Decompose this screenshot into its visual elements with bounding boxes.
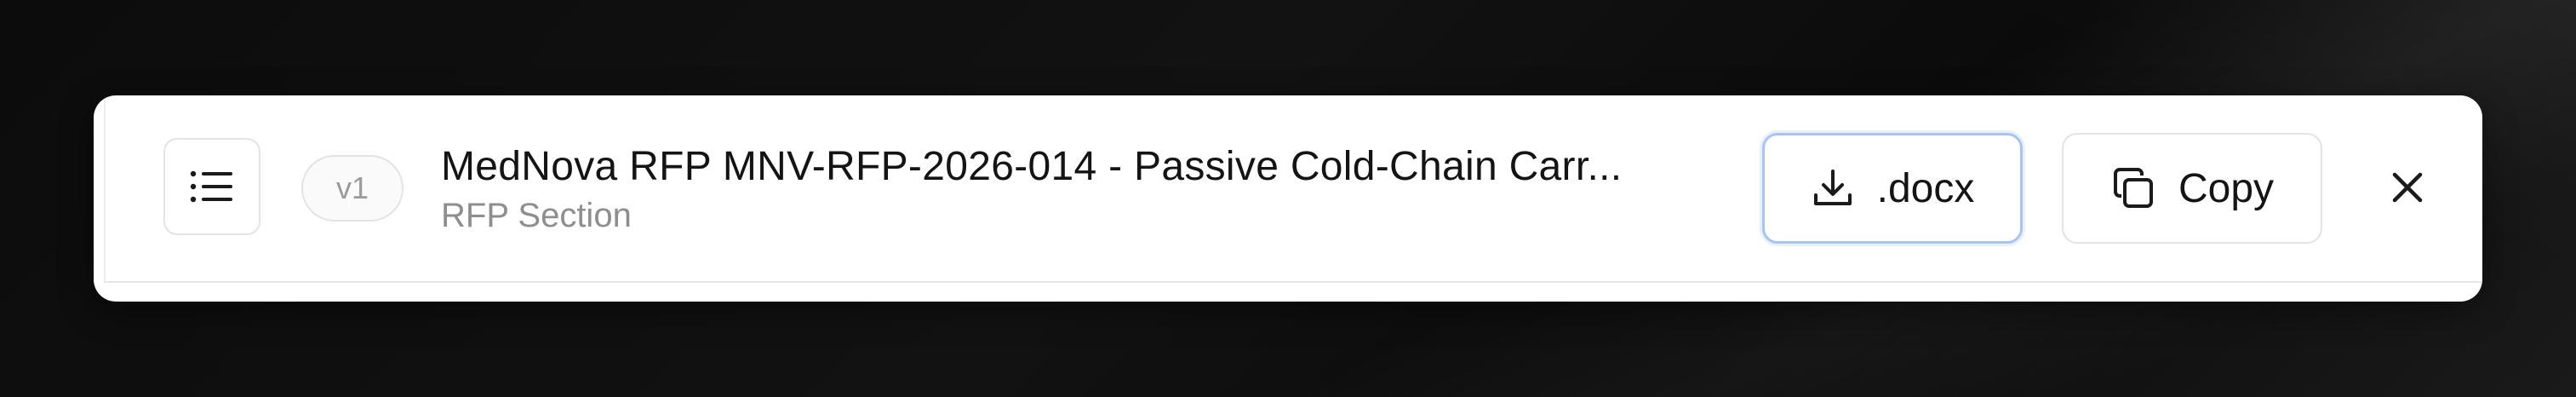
- copy-label: Copy: [2178, 165, 2275, 211]
- document-type-label: RFP Section: [441, 197, 632, 234]
- left-rail: [104, 95, 106, 283]
- toolbar-divider: [104, 281, 2482, 283]
- copy-button[interactable]: Copy: [2062, 133, 2322, 244]
- document-toolbar: v1 MedNova RFP MNV-RFP-2026-014 - Passiv…: [94, 95, 2482, 302]
- download-docx-label: .docx: [1876, 165, 1975, 211]
- list-icon: [190, 170, 234, 204]
- close-button[interactable]: [2372, 152, 2443, 223]
- document-heading: MedNova RFP MNV-RFP-2026-014 - Passive C…: [441, 141, 1803, 237]
- close-icon: [2390, 170, 2424, 204]
- version-badge: v1: [301, 155, 404, 222]
- download-icon: [1811, 166, 1855, 210]
- outline-menu-button[interactable]: [163, 138, 260, 235]
- download-docx-button[interactable]: .docx: [1762, 133, 2023, 244]
- document-title: MedNova RFP MNV-RFP-2026-014 - Passive C…: [441, 144, 1623, 189]
- copy-icon: [2110, 165, 2156, 211]
